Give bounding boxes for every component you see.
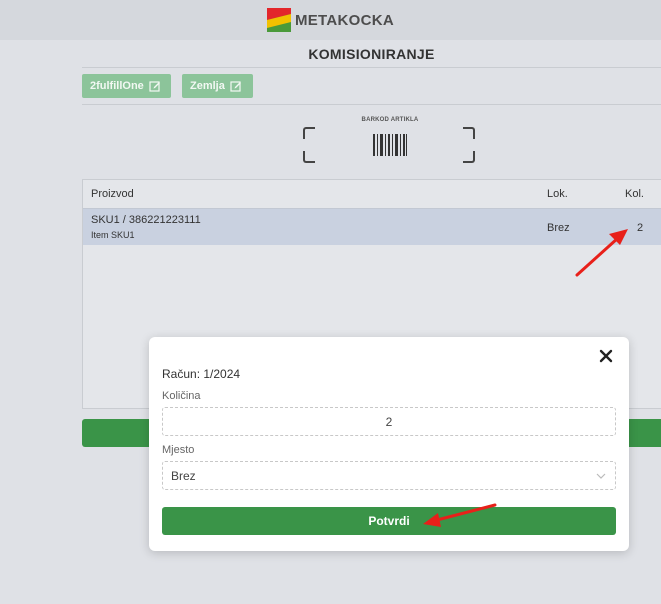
brand-name: METAKOCKA xyxy=(294,11,395,29)
scan-frame-corner xyxy=(463,127,475,139)
edit-icon xyxy=(230,81,241,92)
row-sku: SKU1 / 386221223111 xyxy=(91,214,201,226)
confirm-button[interactable]: Potvrdi xyxy=(162,507,616,535)
tag-label: Zemlja xyxy=(190,80,225,92)
edit-icon xyxy=(149,81,160,92)
invoice-label: Račun: 1/2024 xyxy=(162,367,241,381)
scan-frame-corner xyxy=(303,151,315,163)
scan-frame-corner xyxy=(463,151,475,163)
tag-button-fulfillment[interactable]: 2fulfillOne xyxy=(82,74,171,98)
location-select[interactable]: Brez xyxy=(162,461,616,490)
divider xyxy=(82,104,661,105)
chevron-down-icon xyxy=(596,473,606,479)
metakocka-logo-icon xyxy=(266,8,291,32)
tag-button-country[interactable]: Zemlja xyxy=(182,74,253,98)
location-label: Mjesto xyxy=(162,444,195,456)
barcode-scan-button[interactable] xyxy=(303,127,475,163)
quantity-dialog: Račun: 1/2024 Količina Mjesto Brez Potvr… xyxy=(149,337,629,551)
page-title: KOMISIONIRANJE xyxy=(308,46,435,62)
brand-logo[interactable]: METAKOCKA xyxy=(266,8,395,32)
scan-frame-corner xyxy=(303,127,315,139)
tag-label: 2fulfillOne xyxy=(90,80,144,92)
close-icon[interactable] xyxy=(599,349,613,363)
divider xyxy=(82,67,661,68)
top-bar: METAKOCKA xyxy=(0,0,661,40)
barcode-label: BARKOD ARTIKLA xyxy=(361,117,419,123)
row-quantity[interactable]: 2 xyxy=(637,222,643,234)
table-row[interactable]: SKU1 / 386221223111 Item SKU1 Brez 2 xyxy=(83,208,661,245)
column-header-quantity: Kol. xyxy=(625,188,644,200)
quantity-label: Količina xyxy=(162,390,201,402)
quantity-input[interactable] xyxy=(162,407,616,436)
column-header-product: Proizvod xyxy=(91,188,134,200)
location-selected-value: Brez xyxy=(171,468,196,483)
column-header-location: Lok. xyxy=(547,188,568,200)
row-item-name: Item SKU1 xyxy=(91,230,135,240)
barcode-icon xyxy=(373,134,407,156)
row-location: Brez xyxy=(547,222,570,234)
